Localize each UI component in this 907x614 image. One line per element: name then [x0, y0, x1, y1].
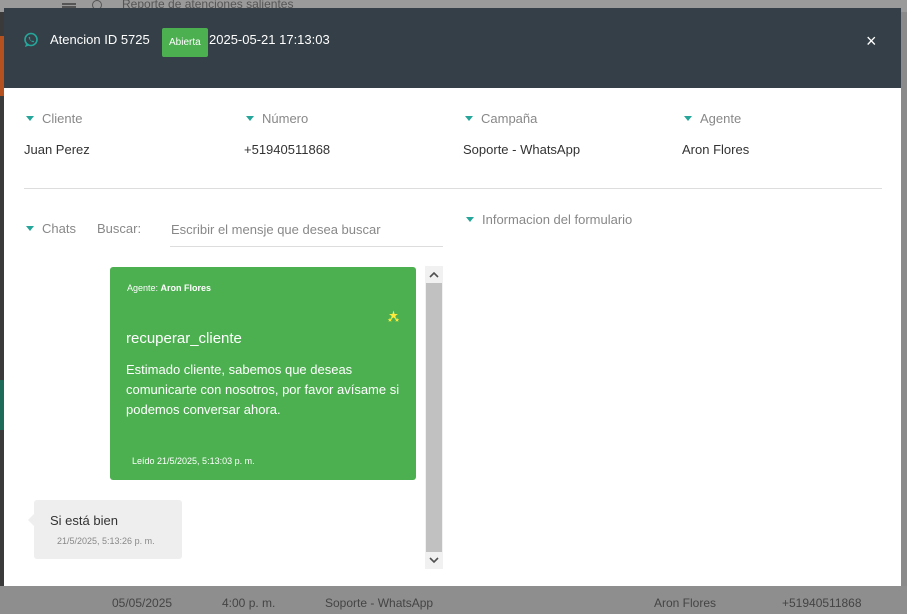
background-cell: 05/05/2025 [112, 596, 173, 610]
client-message-text: Si está bien [50, 513, 118, 528]
background-table-row: 05/05/2025 4:00 p. m. Soporte - WhatsApp… [0, 586, 907, 614]
campana-value: Soporte - WhatsApp [463, 142, 581, 157]
search-label: Buscar: [97, 221, 142, 236]
info-agente: Agente Aron Flores [682, 111, 750, 157]
agent-prefix: Agente: [127, 283, 159, 293]
chevron-down-icon [684, 116, 692, 121]
scroll-thumb[interactable] [426, 283, 442, 552]
modal-header: Atencion ID 5725 Abierta 2025-05-21 17:1… [4, 8, 901, 88]
attention-detail-modal: Atencion ID 5725 Abierta 2025-05-21 17:1… [4, 8, 901, 586]
agente-label: Agente [700, 111, 742, 126]
form-info-label: Informacion del formulario [482, 212, 633, 227]
template-name: recuperar_cliente [126, 330, 242, 347]
cliente-value: Juan Perez [24, 142, 90, 157]
agent-name-row: Agente: Aron Flores [127, 283, 211, 293]
info-numero: Número +51940511868 [244, 111, 331, 157]
client-message-time: 21/5/2025, 5:13:26 p. m. [57, 536, 155, 546]
agent-name: Aron Flores [160, 283, 212, 293]
chevron-down-icon [466, 217, 474, 222]
read-status: Leído 21/5/2025, 5:13:03 p. m. [132, 456, 255, 466]
client-message: Si está bien 21/5/2025, 5:13:26 p. m. [28, 500, 182, 559]
cliente-toggle[interactable]: Cliente [26, 111, 90, 126]
info-campana: Campaña Soporte - WhatsApp [463, 111, 581, 157]
status-badge: Abierta [162, 28, 208, 57]
menu-icon [62, 3, 76, 5]
agent-message-text: Estimado cliente, sabemos que deseas com… [126, 362, 400, 417]
chats-toggle[interactable]: Chats [26, 221, 76, 236]
chevron-up-icon [429, 271, 439, 278]
numero-toggle[interactable]: Número [246, 111, 330, 126]
chats-label: Chats [42, 221, 76, 236]
form-info-toggle[interactable]: Informacion del formulario [466, 212, 632, 227]
background-cell: Aron Flores [654, 596, 717, 610]
chevron-down-icon [429, 557, 439, 564]
chevron-down-icon [26, 116, 34, 121]
numero-label: Número [262, 111, 309, 126]
divider [24, 188, 882, 189]
cliente-label: Cliente [42, 111, 83, 126]
chevron-down-icon [465, 116, 473, 121]
info-cliente: Cliente Juan Perez [24, 111, 90, 157]
whatsapp-icon [24, 32, 38, 47]
chat-scrollbar[interactable] [425, 266, 443, 569]
chat-messages: Agente: Aron Flores recuperar_cliente Es… [24, 266, 444, 569]
close-icon[interactable]: × [866, 32, 877, 50]
scroll-down-button[interactable] [425, 552, 443, 569]
chevron-down-icon [246, 116, 254, 121]
numero-value: +51940511868 [244, 142, 331, 157]
background-cell: 4:00 p. m. [222, 596, 276, 610]
chevron-down-icon [26, 226, 34, 231]
sparkle-icon [387, 310, 400, 322]
scroll-up-button[interactable] [425, 266, 443, 283]
campana-toggle[interactable]: Campaña [465, 111, 580, 126]
attention-title: Atencion ID 5725 [50, 32, 150, 47]
agente-value: Aron Flores [682, 142, 750, 157]
background-content-edge [901, 12, 907, 614]
background-cell: Soporte - WhatsApp [325, 596, 434, 610]
search-input[interactable] [170, 213, 443, 247]
campana-label: Campaña [481, 111, 538, 126]
background-cell: +51940511868 [782, 596, 862, 610]
agente-toggle[interactable]: Agente [684, 111, 749, 126]
attention-datetime: 2025-05-21 17:13:03 [209, 32, 330, 47]
agent-message: Agente: Aron Flores recuperar_cliente Es… [110, 267, 416, 480]
